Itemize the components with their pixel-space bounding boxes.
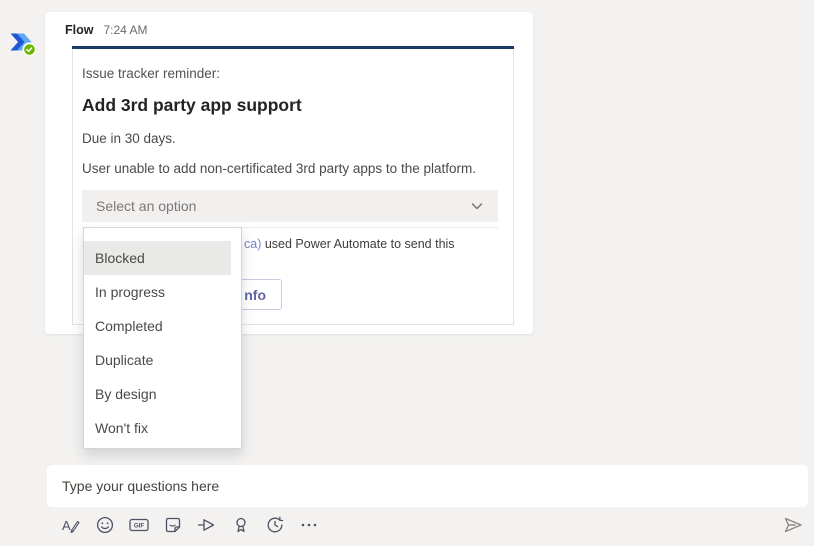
format-icon: A	[62, 518, 80, 534]
dropdown-option[interactable]: Duplicate	[84, 343, 241, 377]
send-button[interactable]	[780, 512, 806, 538]
card-title: Add 3rd party app support	[82, 95, 302, 115]
ellipsis-icon	[301, 523, 317, 527]
card-footer-text: ca) used Power Automate to send this	[244, 237, 455, 251]
refresh-clock-button[interactable]	[264, 513, 286, 537]
footer-sender-link[interactable]: ca)	[244, 237, 261, 251]
footer-attribution: used Power Automate to send this	[261, 237, 455, 251]
compose-toolbar: A GIF	[60, 513, 320, 537]
more-options-button[interactable]	[298, 513, 320, 537]
praise-button[interactable]	[230, 513, 252, 537]
svg-text:GIF: GIF	[134, 523, 145, 530]
gif-button[interactable]: GIF	[128, 513, 150, 537]
stream-icon	[197, 519, 215, 531]
emoji-icon	[96, 516, 114, 534]
dropdown-option[interactable]: By design	[84, 377, 241, 411]
compose-box	[47, 465, 808, 507]
message-input[interactable]	[47, 465, 808, 507]
card-description: User unable to add non-certificated 3rd …	[82, 161, 476, 176]
message-timestamp: 7:24 AM	[103, 23, 148, 37]
status-dropdown-menu: Blocked In progress Completed Duplicate …	[83, 227, 242, 449]
sticker-button[interactable]	[162, 513, 184, 537]
flow-bot-avatar	[8, 28, 36, 56]
stream-button[interactable]	[196, 513, 218, 537]
sender-name: Flow	[65, 23, 94, 37]
refresh-clock-icon	[267, 516, 284, 533]
send-icon	[784, 517, 802, 533]
dropdown-option[interactable]: Completed	[84, 309, 241, 343]
praise-icon	[236, 517, 246, 533]
teams-chat-view: Flow 7:24 AM Issue tracker reminder: Add…	[0, 0, 814, 546]
chevron-down-icon	[471, 203, 483, 210]
emoji-button[interactable]	[94, 513, 116, 537]
sticker-icon	[165, 517, 181, 533]
dropdown-option[interactable]: Blocked	[84, 241, 231, 275]
dropdown-option[interactable]: In progress	[84, 275, 241, 309]
status-select-value: Select an option	[96, 198, 197, 214]
format-button[interactable]: A	[60, 513, 82, 537]
svg-text:A: A	[62, 518, 71, 533]
gif-icon: GIF	[129, 518, 149, 532]
card-intro-text: Issue tracker reminder:	[82, 66, 221, 81]
status-select[interactable]: Select an option	[82, 190, 498, 222]
message-header: Flow 7:24 AM	[65, 23, 148, 37]
power-automate-logo-icon	[10, 33, 36, 56]
dropdown-option[interactable]: Won't fix	[84, 411, 241, 445]
card-due-text: Due in 30 days.	[82, 131, 176, 146]
